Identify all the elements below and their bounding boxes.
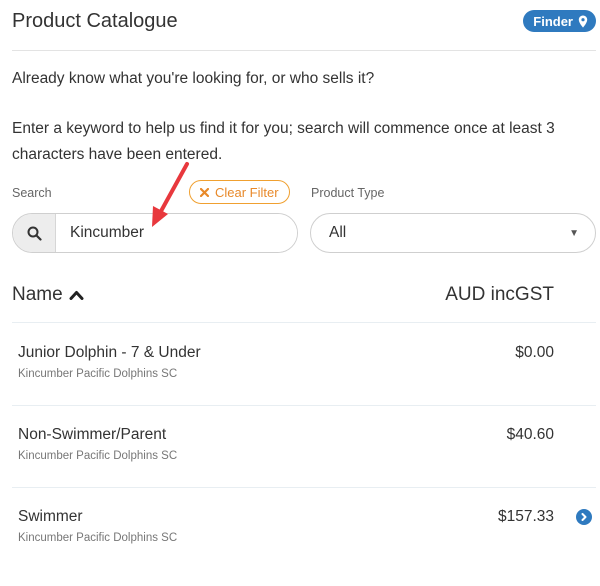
price-column-header[interactable]: AUD incGST [445, 284, 554, 306]
close-icon [200, 187, 209, 197]
intro-text: Already know what you're looking for, or… [12, 70, 375, 87]
chevron-down-icon: ▼ [569, 227, 579, 239]
table-row[interactable]: Junior Dolphin - 7 & Under Kincumber Pac… [12, 323, 596, 406]
product-name: Non-Swimmer/Parent [18, 426, 167, 443]
product-type-label: Product Type [311, 186, 385, 200]
search-icon [27, 226, 42, 241]
product-seller: Kincumber Pacific Dolphins SC [18, 532, 178, 544]
name-column-label: Name [12, 284, 63, 305]
product-name: Junior Dolphin - 7 & Under [18, 344, 201, 361]
finder-button[interactable]: Finder [523, 10, 596, 32]
name-column-header[interactable]: Name [12, 284, 84, 306]
search-label: Search [12, 186, 52, 200]
search-field [12, 213, 298, 253]
product-price: $40.60 [506, 426, 554, 443]
table-row[interactable]: Non-Swimmer/Parent Kincumber Pacific Dol… [12, 405, 596, 488]
clear-filter-button[interactable]: Clear Filter [189, 180, 290, 204]
chevron-right-circle-icon[interactable] [576, 509, 592, 525]
search-addon [13, 214, 56, 252]
product-price: $157.33 [497, 508, 554, 525]
clear-filter-label: Clear Filter [215, 184, 279, 200]
search-input[interactable] [56, 214, 297, 252]
product-type-value: All [329, 224, 347, 241]
page-title: Product Catalogue [12, 10, 178, 32]
map-marker-icon [578, 15, 588, 27]
product-seller: Kincumber Pacific Dolphins SC [18, 450, 178, 462]
product-type-select[interactable]: All ▼ [310, 213, 596, 253]
page-header: Product Catalogue Finder [12, 8, 596, 51]
search-instructions: Enter a keyword to help us find it for y… [12, 120, 555, 163]
product-name: Swimmer [18, 508, 83, 525]
table-header: Name AUD incGST [12, 282, 596, 323]
sort-ascending-icon [69, 291, 84, 300]
chevron-right-icon [581, 513, 587, 521]
table-row[interactable]: Swimmer Kincumber Pacific Dolphins SC $1… [12, 487, 596, 569]
product-price: $0.00 [515, 344, 554, 361]
finder-label: Finder [533, 13, 573, 29]
product-seller: Kincumber Pacific Dolphins SC [18, 368, 178, 380]
